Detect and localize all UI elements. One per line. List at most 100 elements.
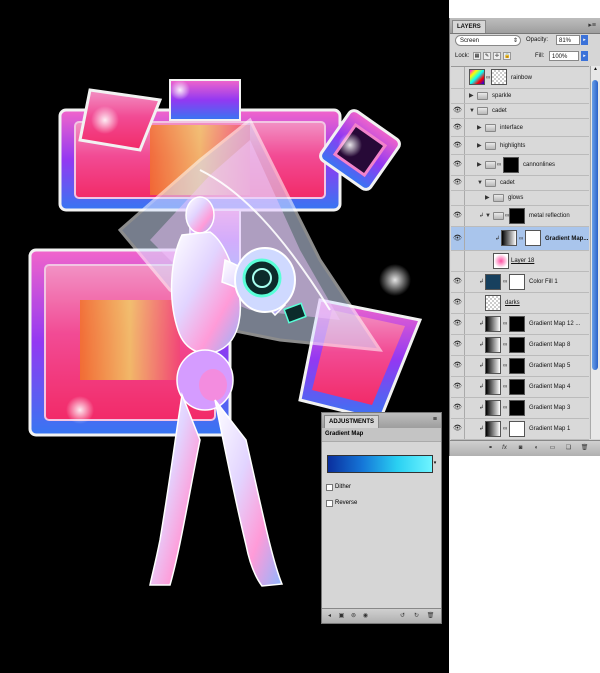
- visibility-toggle[interactable]: 👁: [451, 206, 465, 226]
- visibility-toggle[interactable]: 👁: [451, 104, 465, 118]
- reset-icon[interactable]: ↻: [412, 612, 421, 620]
- expand-triangle-icon[interactable]: ▶: [469, 92, 474, 100]
- visibility-toggle[interactable]: 👁: [451, 272, 465, 292]
- expand-triangle-icon[interactable]: ▶: [477, 124, 482, 132]
- layer-list-scrollbar[interactable]: ▲: [590, 66, 600, 439]
- collapse-triangle-icon[interactable]: ▼: [477, 179, 483, 187]
- fill-input[interactable]: 100%: [549, 51, 579, 61]
- panel-menu-icon[interactable]: ▸≡: [588, 21, 596, 29]
- trash-icon[interactable]: 🗑: [580, 444, 589, 452]
- scrollbar-thumb[interactable]: [592, 80, 598, 370]
- layer-row[interactable]: 👁 ↲ ∞ Gradient Map 12 ...: [451, 314, 589, 335]
- layer-name[interactable]: Gradient Map 8: [529, 341, 570, 349]
- layer-row[interactable]: 👁 ↲ ∞ Gradient Map 8: [451, 335, 589, 356]
- link-icon[interactable]: ⚭: [486, 444, 495, 452]
- layer-mask-thumbnail[interactable]: [503, 157, 519, 173]
- visibility-toggle[interactable]: 👁: [451, 176, 465, 190]
- layers-panel-titlebar[interactable]: LAYERS ▸≡: [450, 18, 600, 34]
- layer-group-row[interactable]: 👁 ↲ ▼ ∞ metal reflection: [451, 206, 589, 227]
- layer-name[interactable]: cadet: [492, 107, 507, 115]
- expand-triangle-icon[interactable]: ▶: [485, 194, 490, 202]
- visibility-toggle[interactable]: 👁: [451, 356, 465, 376]
- layer-row[interactable]: 👁 ↲ ∞ Gradient Map 3: [451, 398, 589, 419]
- layer-row[interactable]: 👁 darks: [451, 293, 589, 314]
- back-arrow-icon[interactable]: ◂: [325, 612, 334, 620]
- blend-mode-select[interactable]: Screen ⇕: [455, 35, 521, 46]
- layer-mask-thumbnail[interactable]: [509, 379, 525, 395]
- layer-mask-thumbnail[interactable]: [509, 316, 525, 332]
- layer-name[interactable]: highlights: [500, 142, 525, 150]
- layer-name[interactable]: Layer 18: [511, 257, 534, 265]
- expand-triangle-icon[interactable]: ▶: [477, 161, 482, 169]
- layer-name[interactable]: Gradient Map 5: [529, 362, 570, 370]
- layer-mask-thumbnail[interactable]: [509, 358, 525, 374]
- layer-row[interactable]: 👁 ↲ ∞ Gradient Map 1: [451, 419, 589, 440]
- layer-group-row[interactable]: 👁 ▼ cadet: [451, 176, 589, 191]
- visibility-toggle[interactable]: [451, 89, 465, 103]
- visibility-toggle[interactable]: 👁: [451, 155, 465, 175]
- layer-name[interactable]: Gradient Map...: [545, 235, 588, 243]
- visibility-toggle[interactable]: [451, 67, 465, 88]
- layer-row[interactable]: 👁 ↲ ∞ Gradient Map 5: [451, 356, 589, 377]
- layer-row-selected[interactable]: 👁 ↲ ∞ Gradient Map...: [451, 227, 589, 251]
- layer-group-row[interactable]: 👁 ▶ ∞ cannonlines: [451, 155, 589, 176]
- layer-row[interactable]: 👁 ↲ ∞ Gradient Map 4: [451, 377, 589, 398]
- fill-dropdown-icon[interactable]: ▸: [581, 51, 588, 61]
- opacity-dropdown-icon[interactable]: ▸: [581, 35, 588, 45]
- collapse-triangle-icon[interactable]: ▼: [469, 107, 475, 115]
- layer-mask-thumbnail[interactable]: [509, 400, 525, 416]
- previous-state-icon[interactable]: ↺: [398, 612, 407, 620]
- layer-row[interactable]: ∞ rainbow: [451, 67, 589, 89]
- gradient-preview-bar[interactable]: [327, 455, 433, 473]
- visibility-toggle[interactable]: 👁: [451, 314, 465, 334]
- layer-group-row[interactable]: 👁 ▶ interface: [451, 119, 589, 137]
- visibility-toggle[interactable]: 👁: [451, 398, 465, 418]
- layer-name[interactable]: Gradient Map 12 ...: [529, 320, 580, 328]
- trash-icon[interactable]: 🗑: [426, 612, 435, 620]
- layer-name[interactable]: rainbow: [511, 74, 532, 82]
- layer-name[interactable]: Gradient Map 1: [529, 425, 570, 433]
- layer-name[interactable]: darks: [505, 299, 520, 307]
- new-layer-icon[interactable]: ❏: [564, 444, 573, 452]
- collapse-triangle-icon[interactable]: ▼: [485, 212, 491, 220]
- layer-mask-thumbnail[interactable]: [509, 337, 525, 353]
- layer-mask-thumbnail[interactable]: [525, 230, 541, 246]
- visibility-toggle[interactable]: 👁: [451, 419, 465, 439]
- layer-group-row[interactable]: 👁 ▼ cadet: [451, 104, 589, 119]
- lock-transparency-icon[interactable]: ▦: [473, 52, 481, 60]
- layer-name[interactable]: Gradient Map 4: [529, 383, 570, 391]
- layer-group-row[interactable]: ▶ glows: [451, 191, 589, 206]
- layer-name[interactable]: metal reflection: [529, 212, 570, 220]
- expand-view-icon[interactable]: ▣: [337, 612, 346, 620]
- layer-name[interactable]: cadet: [500, 179, 515, 187]
- panel-menu-icon[interactable]: ≡: [433, 416, 437, 423]
- layer-row[interactable]: 👁 ↲ ∞ Color Fill 1: [451, 272, 589, 293]
- visibility-toggle[interactable]: 👁: [451, 335, 465, 355]
- scroll-up-icon[interactable]: ▲: [591, 66, 600, 74]
- clip-layer-icon[interactable]: ⊚: [349, 612, 358, 620]
- reverse-checkbox[interactable]: [326, 500, 333, 507]
- visibility-toggle[interactable]: [451, 251, 465, 271]
- visibility-toggle[interactable]: 👁: [451, 377, 465, 397]
- layer-mask-thumbnail[interactable]: [509, 421, 525, 437]
- layer-group-row[interactable]: ▶ sparkle: [451, 89, 589, 104]
- mask-icon[interactable]: ◙: [516, 444, 525, 452]
- layer-name[interactable]: sparkle: [492, 92, 511, 100]
- layer-name[interactable]: Gradient Map 3: [529, 404, 570, 412]
- visibility-toggle[interactable]: 👁: [451, 227, 465, 250]
- visibility-toggle[interactable]: 👁: [451, 293, 465, 313]
- folder-icon[interactable]: ▭: [548, 444, 557, 452]
- adjustments-tab[interactable]: ADJUSTMENTS: [324, 415, 380, 428]
- visibility-toggle[interactable]: [451, 191, 465, 205]
- opacity-input[interactable]: 81%: [556, 35, 580, 45]
- lock-all-icon[interactable]: 🔒: [503, 52, 511, 60]
- layer-name[interactable]: glows: [508, 194, 523, 202]
- layers-tab[interactable]: LAYERS: [452, 20, 486, 33]
- lock-position-icon[interactable]: ✛: [493, 52, 501, 60]
- visibility-icon[interactable]: ◉: [361, 612, 370, 620]
- fx-icon[interactable]: fx: [500, 444, 509, 452]
- dither-checkbox[interactable]: [326, 484, 333, 491]
- layer-name[interactable]: cannonlines: [523, 161, 555, 169]
- gradient-dropdown-icon[interactable]: ▾: [432, 455, 438, 471]
- adjustments-panel-titlebar[interactable]: ADJUSTMENTS ≡: [322, 413, 441, 429]
